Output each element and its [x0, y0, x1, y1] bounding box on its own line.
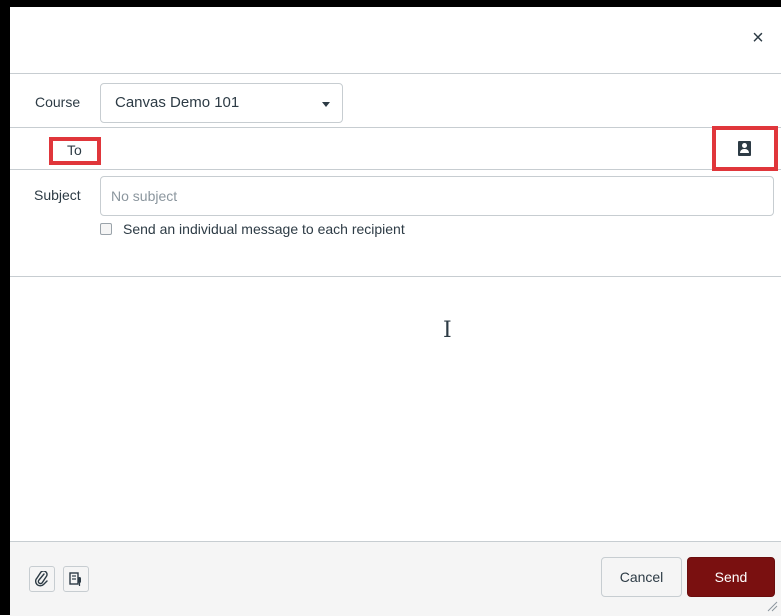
individual-message-checkbox[interactable]	[100, 223, 112, 235]
address-book-icon	[738, 141, 751, 156]
course-label: Course	[35, 94, 81, 110]
send-button[interactable]: Send	[687, 557, 775, 597]
text-cursor-icon: I	[443, 318, 452, 343]
to-label: To	[67, 142, 82, 158]
chevron-down-icon	[322, 102, 330, 107]
message-body-textarea[interactable]	[10, 277, 781, 541]
cancel-button[interactable]: Cancel	[601, 557, 682, 597]
course-select[interactable]: Canvas Demo 101	[100, 83, 343, 123]
dialog-header: ×	[10, 7, 781, 74]
address-book-button[interactable]	[712, 126, 778, 171]
media-record-icon	[69, 572, 81, 586]
subject-input[interactable]	[100, 176, 774, 216]
record-media-button[interactable]	[63, 566, 89, 592]
subject-label: Subject	[34, 187, 81, 203]
to-recipient-input[interactable]	[108, 132, 712, 166]
course-selected-value: Canvas Demo 101	[115, 94, 240, 111]
attach-file-button[interactable]	[29, 566, 55, 592]
paperclip-icon	[34, 570, 48, 587]
close-icon[interactable]: ×	[746, 26, 770, 50]
resize-handle-icon[interactable]	[766, 600, 778, 612]
individual-message-label: Send an individual message to each recip…	[123, 221, 405, 237]
